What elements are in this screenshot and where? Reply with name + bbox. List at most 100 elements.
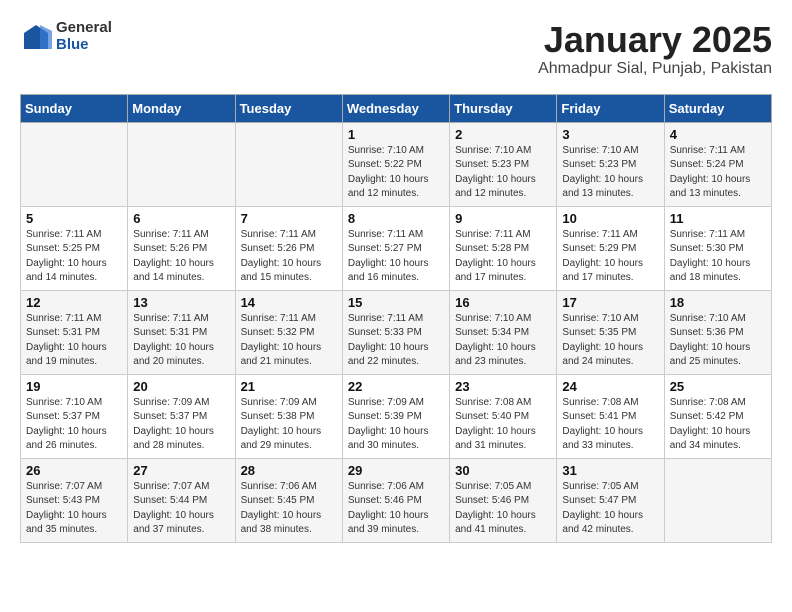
calendar-cell: 16 Sunrise: 7:10 AM Sunset: 5:34 PM Dayli… <box>450 290 557 374</box>
day-info: Sunrise: 7:11 AM Sunset: 5:25 PM Dayligh… <box>26 228 122 286</box>
day-number: 16 <box>455 295 551 310</box>
calendar-cell: 20Sunrise: 7:09 AM Sunset: 5:37 PM Dayli… <box>128 374 235 458</box>
day-number: 3 <box>562 127 658 142</box>
day-number: 11 <box>670 211 766 226</box>
day-number: 17 <box>562 295 658 310</box>
calendar-cell <box>21 122 128 206</box>
day-info: Sunrise: 7:11 AM Sunset: 5:26 PM Dayligh… <box>241 228 337 286</box>
calendar-cell: 28 Sunrise: 7:06 AM Sunset: 5:45 PM Dayli… <box>235 458 342 542</box>
weekday-header: Monday <box>128 94 235 122</box>
day-info: Sunrise: 7:09 AM Sunset: 5:38 PM Dayligh… <box>241 396 337 454</box>
day-info: Sunrise: 7:11 AM Sunset: 5:31 PM Dayligh… <box>26 312 122 370</box>
day-info: Sunrise: 7:10 AM Sunset: 5:23 PM Dayligh… <box>562 144 658 202</box>
calendar-cell <box>128 122 235 206</box>
day-number: 30 <box>455 463 551 478</box>
weekday-header: Sunday <box>21 94 128 122</box>
calendar-week-row: 5 Sunrise: 7:11 AM Sunset: 5:25 PM Daylig… <box>21 206 772 290</box>
day-info: Sunrise: 7:11 AM Sunset: 5:29 PM Dayligh… <box>562 228 658 286</box>
calendar-week-row: 12 Sunrise: 7:11 AM Sunset: 5:31 PM Dayli… <box>21 290 772 374</box>
day-info: Sunrise: 7:10 AM Sunset: 5:34 PM Dayligh… <box>455 312 551 370</box>
title-block: January 2025 Ahmadpur Sial, Punjab, Paki… <box>538 20 772 78</box>
day-info: Sunrise: 7:11 AM Sunset: 5:33 PM Dayligh… <box>348 312 444 370</box>
day-number: 9 <box>455 211 551 226</box>
calendar-cell: 9 Sunrise: 7:11 AM Sunset: 5:28 PM Daylig… <box>450 206 557 290</box>
day-number: 19 <box>26 379 122 394</box>
calendar-cell: 12 Sunrise: 7:11 AM Sunset: 5:31 PM Dayli… <box>21 290 128 374</box>
day-number: 26 <box>26 463 122 478</box>
calendar-cell: 5 Sunrise: 7:11 AM Sunset: 5:25 PM Daylig… <box>21 206 128 290</box>
calendar-cell <box>664 458 771 542</box>
calendar-cell: 15 Sunrise: 7:11 AM Sunset: 5:33 PM Dayli… <box>342 290 449 374</box>
day-info: Sunrise: 7:06 AM Sunset: 5:46 PM Dayligh… <box>348 480 444 538</box>
day-number: 5 <box>26 211 122 226</box>
calendar-cell: 1 Sunrise: 7:10 AM Sunset: 5:22 PM Daylig… <box>342 122 449 206</box>
day-info: Sunrise: 7:11 AM Sunset: 5:30 PM Dayligh… <box>670 228 766 286</box>
calendar-cell: 21 Sunrise: 7:09 AM Sunset: 5:38 PM Dayli… <box>235 374 342 458</box>
calendar-cell: 31Sunrise: 7:05 AM Sunset: 5:47 PM Dayli… <box>557 458 664 542</box>
day-number: 10 <box>562 211 658 226</box>
day-info: Sunrise: 7:06 AM Sunset: 5:45 PM Dayligh… <box>241 480 337 538</box>
calendar-cell: 27Sunrise: 7:07 AM Sunset: 5:44 PM Dayli… <box>128 458 235 542</box>
calendar-cell: 11 Sunrise: 7:11 AM Sunset: 5:30 PM Dayli… <box>664 206 771 290</box>
day-info: Sunrise: 7:11 AM Sunset: 5:24 PM Dayligh… <box>670 144 766 202</box>
day-info: Sunrise: 7:11 AM Sunset: 5:26 PM Dayligh… <box>133 228 229 286</box>
page-header: General Blue January 2025 Ahmadpur Sial,… <box>20 20 772 78</box>
logo-icon <box>20 21 52 53</box>
calendar-cell: 25Sunrise: 7:08 AM Sunset: 5:42 PM Dayli… <box>664 374 771 458</box>
day-info: Sunrise: 7:07 AM Sunset: 5:43 PM Dayligh… <box>26 480 122 538</box>
calendar-cell: 19 Sunrise: 7:10 AM Sunset: 5:37 PM Dayli… <box>21 374 128 458</box>
day-number: 29 <box>348 463 444 478</box>
calendar-week-row: 1 Sunrise: 7:10 AM Sunset: 5:22 PM Daylig… <box>21 122 772 206</box>
day-info: Sunrise: 7:10 AM Sunset: 5:37 PM Dayligh… <box>26 396 122 454</box>
logo-general: General <box>56 20 112 37</box>
day-info: Sunrise: 7:11 AM Sunset: 5:32 PM Dayligh… <box>241 312 337 370</box>
day-number: 22 <box>348 379 444 394</box>
day-number: 12 <box>26 295 122 310</box>
day-info: Sunrise: 7:11 AM Sunset: 5:28 PM Dayligh… <box>455 228 551 286</box>
day-info: Sunrise: 7:09 AM Sunset: 5:39 PM Dayligh… <box>348 396 444 454</box>
day-number: 21 <box>241 379 337 394</box>
day-info: Sunrise: 7:10 AM Sunset: 5:35 PM Dayligh… <box>562 312 658 370</box>
calendar-cell: 8 Sunrise: 7:11 AM Sunset: 5:27 PM Daylig… <box>342 206 449 290</box>
calendar-cell: 17 Sunrise: 7:10 AM Sunset: 5:35 PM Dayli… <box>557 290 664 374</box>
day-info: Sunrise: 7:11 AM Sunset: 5:31 PM Dayligh… <box>133 312 229 370</box>
calendar-cell: 23Sunrise: 7:08 AM Sunset: 5:40 PM Dayli… <box>450 374 557 458</box>
day-number: 7 <box>241 211 337 226</box>
calendar-cell: 22 Sunrise: 7:09 AM Sunset: 5:39 PM Dayli… <box>342 374 449 458</box>
logo: General Blue <box>20 20 112 53</box>
day-number: 18 <box>670 295 766 310</box>
calendar-week-row: 26 Sunrise: 7:07 AM Sunset: 5:43 PM Dayli… <box>21 458 772 542</box>
calendar-cell: 30 Sunrise: 7:05 AM Sunset: 5:46 PM Dayli… <box>450 458 557 542</box>
day-number: 27 <box>133 463 229 478</box>
day-info: Sunrise: 7:08 AM Sunset: 5:41 PM Dayligh… <box>562 396 658 454</box>
day-number: 1 <box>348 127 444 142</box>
day-info: Sunrise: 7:05 AM Sunset: 5:46 PM Dayligh… <box>455 480 551 538</box>
day-info: Sunrise: 7:10 AM Sunset: 5:36 PM Dayligh… <box>670 312 766 370</box>
day-number: 25 <box>670 379 766 394</box>
day-info: Sunrise: 7:11 AM Sunset: 5:27 PM Dayligh… <box>348 228 444 286</box>
weekday-header-row: SundayMondayTuesdayWednesdayThursdayFrid… <box>21 94 772 122</box>
calendar-cell: 7 Sunrise: 7:11 AM Sunset: 5:26 PM Daylig… <box>235 206 342 290</box>
calendar-cell: 2Sunrise: 7:10 AM Sunset: 5:23 PM Daylig… <box>450 122 557 206</box>
day-number: 14 <box>241 295 337 310</box>
day-info: Sunrise: 7:08 AM Sunset: 5:40 PM Dayligh… <box>455 396 551 454</box>
day-number: 4 <box>670 127 766 142</box>
day-number: 31 <box>562 463 658 478</box>
logo-blue: Blue <box>56 37 112 54</box>
calendar-cell: 18 Sunrise: 7:10 AM Sunset: 5:36 PM Dayli… <box>664 290 771 374</box>
day-number: 15 <box>348 295 444 310</box>
weekday-header: Wednesday <box>342 94 449 122</box>
calendar-cell: 4 Sunrise: 7:11 AM Sunset: 5:24 PM Daylig… <box>664 122 771 206</box>
day-number: 6 <box>133 211 229 226</box>
weekday-header: Saturday <box>664 94 771 122</box>
calendar-cell: 10 Sunrise: 7:11 AM Sunset: 5:29 PM Dayli… <box>557 206 664 290</box>
calendar-cell: 14 Sunrise: 7:11 AM Sunset: 5:32 PM Dayli… <box>235 290 342 374</box>
day-info: Sunrise: 7:10 AM Sunset: 5:22 PM Dayligh… <box>348 144 444 202</box>
logo-text: General Blue <box>56 20 112 53</box>
day-number: 28 <box>241 463 337 478</box>
day-number: 8 <box>348 211 444 226</box>
calendar-subtitle: Ahmadpur Sial, Punjab, Pakistan <box>538 60 772 78</box>
calendar-cell: 13Sunrise: 7:11 AM Sunset: 5:31 PM Dayli… <box>128 290 235 374</box>
day-number: 2 <box>455 127 551 142</box>
calendar-week-row: 19 Sunrise: 7:10 AM Sunset: 5:37 PM Dayli… <box>21 374 772 458</box>
